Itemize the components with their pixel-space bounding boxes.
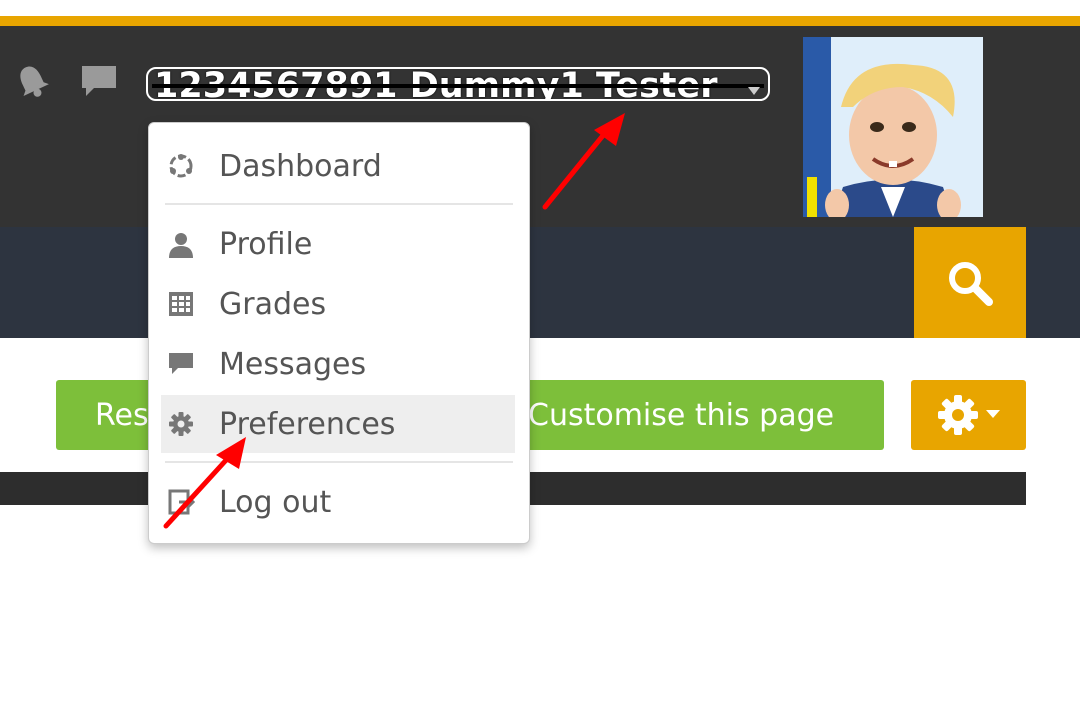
- chat-bubble-icon: [165, 348, 197, 380]
- user-icon: [165, 228, 197, 260]
- menu-item-label: Log out: [219, 484, 332, 520]
- menu-item-label: Profile: [219, 226, 313, 262]
- logout-icon: [165, 486, 197, 518]
- menu-item-label: Preferences: [219, 406, 396, 442]
- user-dropdown-menu: Dashboard Profile Grades Messages Prefer…: [148, 122, 530, 544]
- search-button[interactable]: [914, 227, 1026, 338]
- menu-divider: [165, 203, 513, 205]
- menu-item-profile[interactable]: Profile: [161, 215, 515, 273]
- menu-item-dashboard[interactable]: Dashboard: [161, 137, 515, 195]
- username-strike-mark: [152, 84, 764, 88]
- bell-icon[interactable]: [12, 60, 52, 102]
- grades-table-icon: [165, 288, 197, 320]
- customise-page-button[interactable]: Customise this page: [520, 380, 884, 450]
- reset-page-button[interactable]: Res: [56, 380, 156, 450]
- menu-item-preferences[interactable]: Preferences: [161, 395, 515, 453]
- avatar[interactable]: [803, 37, 983, 217]
- menu-item-grades[interactable]: Grades: [161, 275, 515, 333]
- customise-page-label: Customise this page: [528, 397, 835, 433]
- caret-down-icon: [748, 82, 760, 95]
- reset-page-label: Res: [95, 397, 149, 433]
- menu-item-label: Grades: [219, 286, 327, 322]
- dashboard-icon: [165, 150, 197, 182]
- search-icon: [949, 261, 993, 306]
- menu-item-label: Dashboard: [219, 148, 382, 184]
- accent-line: [0, 16, 1080, 26]
- menu-divider: [165, 461, 513, 463]
- chat-bubble-icon[interactable]: [78, 60, 120, 102]
- gear-icon: [165, 408, 197, 440]
- menu-item-label: Messages: [219, 346, 367, 382]
- user-menu-toggle[interactable]: 1234567891 Dummy1 Tester: [146, 67, 770, 101]
- top-strip: [0, 0, 1080, 16]
- menu-item-logout[interactable]: Log out: [161, 473, 515, 531]
- page-settings-button[interactable]: [911, 380, 1026, 450]
- menu-item-messages[interactable]: Messages: [161, 335, 515, 393]
- gear-icon: [937, 395, 1000, 435]
